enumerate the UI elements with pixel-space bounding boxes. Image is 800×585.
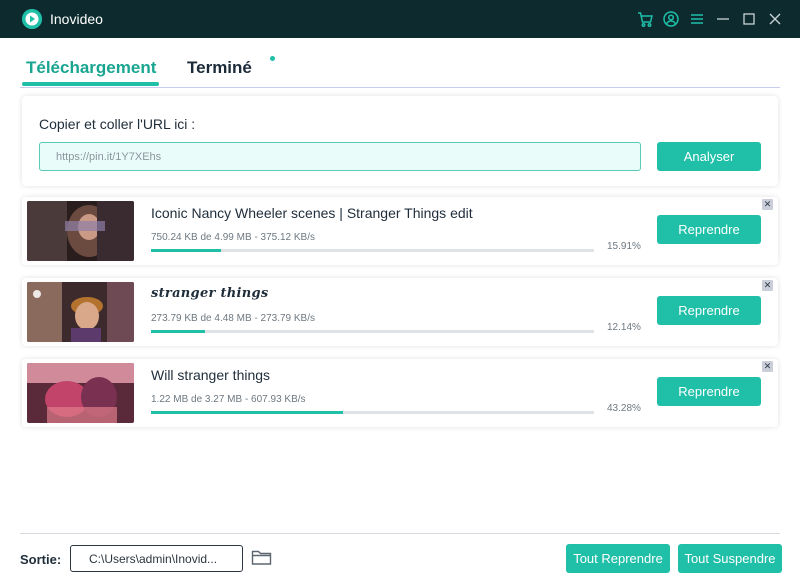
remove-item-icon[interactable]: ✕ [762, 199, 773, 210]
video-thumbnail [27, 363, 134, 423]
tab-telechargement[interactable]: Téléchargement [26, 58, 156, 78]
minimize-icon[interactable] [714, 10, 732, 28]
account-icon[interactable] [662, 10, 680, 28]
tab-bar: Téléchargement Terminé [0, 38, 800, 88]
remove-item-icon[interactable]: ✕ [762, 361, 773, 372]
close-icon[interactable] [766, 10, 784, 28]
tab-divider [20, 87, 780, 88]
download-size-speed: 750.24 KB de 4.99 MB - 375.12 KB/s [151, 232, 315, 243]
video-thumbnail [27, 201, 134, 261]
progress-fill [151, 411, 343, 414]
menu-icon[interactable] [688, 10, 706, 28]
download-percent: 43.28% [607, 403, 641, 414]
download-title: stranger things [151, 286, 269, 301]
title-bar: Inovideo [0, 0, 800, 38]
download-size-speed: 273.79 KB de 4.48 MB - 273.79 KB/s [151, 313, 315, 324]
footer-divider [20, 533, 780, 534]
maximize-icon[interactable] [740, 10, 758, 28]
url-label: Copier et coller l'URL ici : [39, 116, 196, 132]
output-label: Sortie: [20, 552, 62, 567]
remove-item-icon[interactable]: ✕ [762, 280, 773, 291]
app-title: Inovideo [50, 11, 103, 27]
cart-icon[interactable] [636, 10, 654, 28]
download-percent: 12.14% [607, 322, 641, 333]
active-tab-indicator [22, 82, 159, 86]
suspend-all-button[interactable]: Tout Suspendre [678, 544, 782, 573]
analyze-button[interactable]: Analyser [657, 142, 761, 171]
url-input[interactable] [39, 142, 641, 171]
resume-button[interactable]: Reprendre [657, 215, 761, 244]
progress-bar [151, 330, 594, 333]
download-size-speed: 1.22 MB de 3.27 MB - 607.93 KB/s [151, 394, 306, 405]
download-title: Will stranger things [151, 367, 271, 383]
download-item: Will stranger things 1.22 MB de 3.27 MB … [22, 359, 778, 427]
tab-termine[interactable]: Terminé [187, 58, 252, 78]
download-item: Iconic Nancy Wheeler scenes | Stranger T… [22, 197, 778, 265]
resume-button[interactable]: Reprendre [657, 377, 761, 406]
video-thumbnail [27, 282, 134, 342]
progress-bar [151, 249, 594, 252]
download-title: Iconic Nancy Wheeler scenes | Stranger T… [151, 205, 473, 221]
output-path-field[interactable]: C:\Users\admin\Inovid... [70, 545, 243, 572]
folder-icon[interactable] [251, 547, 273, 567]
download-percent: 15.91% [607, 241, 641, 252]
resume-all-button[interactable]: Tout Reprendre [566, 544, 670, 573]
notification-dot [270, 56, 275, 61]
resume-button[interactable]: Reprendre [657, 296, 761, 325]
download-item: stranger things 273.79 KB de 4.48 MB - 2… [22, 278, 778, 346]
url-panel: Copier et coller l'URL ici : Analyser [22, 96, 778, 186]
progress-fill [151, 330, 205, 333]
progress-bar [151, 411, 594, 414]
progress-fill [151, 249, 222, 252]
app-logo-icon [22, 9, 42, 29]
